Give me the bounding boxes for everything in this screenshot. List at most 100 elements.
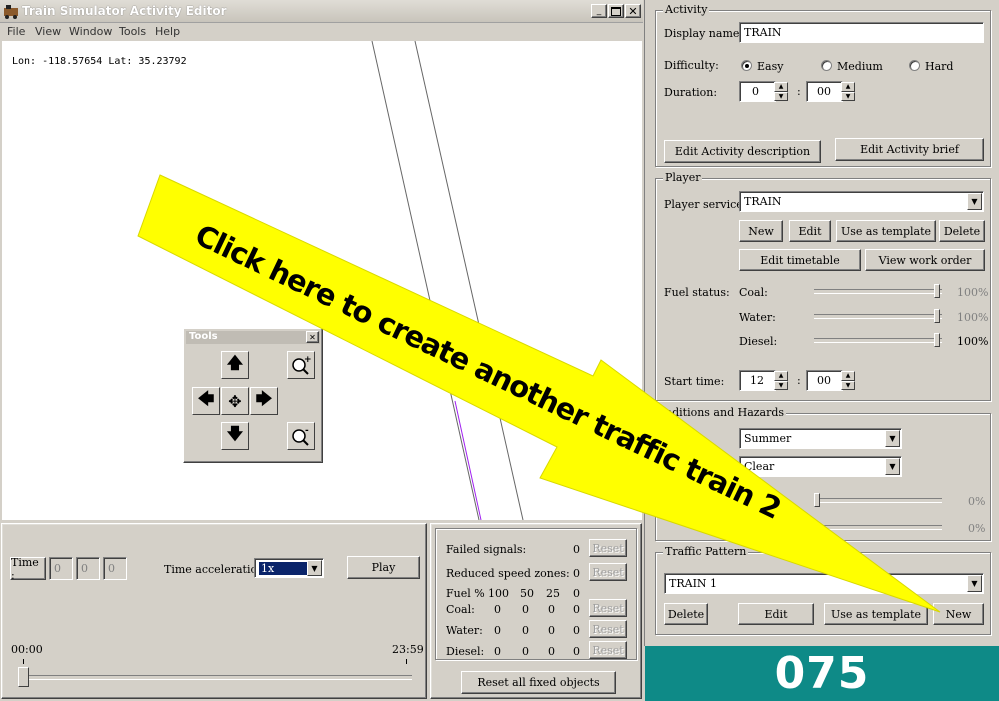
traffic-pattern-select[interactable]: TRAIN 1 ▼ — [664, 573, 984, 594]
down-icon[interactable]: ▼ — [774, 91, 788, 101]
water-row-value: 0 — [494, 624, 501, 637]
difficulty-hard-radio[interactable] — [909, 60, 920, 71]
maximize-button[interactable] — [608, 4, 624, 18]
player-new-button[interactable]: New — [739, 220, 783, 242]
pan-center-button[interactable]: ✥ — [221, 387, 249, 415]
timeline-thumb[interactable] — [18, 667, 29, 687]
condition-slider-1-thumb[interactable] — [814, 493, 820, 507]
down-icon[interactable]: ▼ — [841, 380, 855, 390]
traffic-delete-button[interactable]: Delete — [664, 603, 708, 625]
player-delete-button[interactable]: Delete — [939, 220, 985, 242]
menu-tools[interactable]: Tools — [119, 25, 146, 38]
time-acceleration-value: 1x — [259, 561, 309, 575]
up-icon[interactable]: ▲ — [841, 371, 855, 381]
season-select[interactable]: Summer ▼ — [739, 428, 902, 449]
duration-hours-spinner[interactable]: ▲ ▼ — [774, 82, 788, 101]
player-edit-button[interactable]: Edit — [789, 220, 831, 242]
edit-activity-description-button[interactable]: Edit Activity description — [664, 140, 821, 163]
edit-activity-brief-button[interactable]: Edit Activity brief — [835, 138, 984, 161]
water-row-value: 0 — [548, 624, 555, 637]
player-use-as-template-button[interactable]: Use as template — [836, 220, 936, 242]
difficulty-easy-radio[interactable] — [741, 60, 752, 71]
reduced-speed-label: Reduced speed zones: — [446, 567, 570, 580]
time-seconds-field[interactable]: 0 — [103, 557, 127, 580]
menu-help[interactable]: Help — [155, 25, 180, 38]
duration-hours-field[interactable]: 0 — [739, 81, 776, 102]
zoom-in-button[interactable]: + — [287, 351, 315, 379]
condition-slider-1[interactable] — [814, 491, 944, 509]
duration-minutes-field[interactable]: 00 — [806, 81, 843, 102]
start-minutes-field[interactable]: 00 — [806, 370, 843, 391]
start-hours-spinner[interactable]: ▲ ▼ — [774, 371, 788, 390]
reset-coal-button[interactable]: Reset — [589, 599, 627, 617]
title-bar: Train Simulator Activity Editor _ ✕ — [0, 0, 643, 23]
down-icon[interactable]: ▼ — [841, 91, 855, 101]
minimize-button[interactable]: _ — [591, 4, 607, 18]
conditions-group: nditions and Hazards Summer ▼ Clear ▼ 0%… — [655, 406, 991, 541]
chevron-down-icon[interactable]: ▼ — [885, 430, 900, 447]
traffic-pattern-value: TRAIN 1 — [669, 577, 718, 590]
player-service-select[interactable]: TRAIN ▼ — [739, 191, 984, 212]
display-name-label: Display name: — [664, 27, 744, 40]
player-service-label: Player service: — [664, 198, 747, 211]
menu-view[interactable]: View — [35, 25, 61, 38]
time-hours-field[interactable]: 0 — [49, 557, 73, 580]
edit-timetable-button[interactable]: Edit timetable — [739, 249, 861, 271]
fuel-water-slider[interactable] — [814, 307, 944, 325]
view-work-order-button[interactable]: View work order — [865, 249, 985, 271]
menu-file[interactable]: File — [7, 25, 25, 38]
down-icon[interactable]: ▼ — [774, 380, 788, 390]
zoom-out-button[interactable]: - — [287, 422, 315, 450]
player-service-value: TRAIN — [744, 195, 782, 208]
display-name-field[interactable]: TRAIN — [739, 22, 984, 43]
chevron-down-icon[interactable]: ▼ — [307, 560, 322, 576]
move-icon: ✥ — [228, 391, 242, 411]
pan-right-button[interactable]: 🡆 — [250, 387, 278, 415]
reset-reduced-speed-button[interactable]: Reset — [589, 563, 627, 581]
fuel-coal-thumb[interactable] — [934, 284, 940, 298]
close-button[interactable]: ✕ — [625, 4, 641, 18]
play-button[interactable]: Play — [347, 556, 420, 579]
start-hours-field[interactable]: 12 — [739, 370, 776, 391]
timeline-slider[interactable] — [15, 659, 415, 689]
weather-select[interactable]: Clear ▼ — [739, 456, 902, 477]
pan-up-button[interactable]: 🡅 — [221, 351, 249, 379]
chevron-down-icon[interactable]: ▼ — [967, 575, 982, 592]
track-line — [414, 41, 524, 520]
traffic-edit-button[interactable]: Edit — [738, 603, 814, 625]
difficulty-easy-label: Easy — [757, 60, 784, 73]
duration-minutes-value: 00 — [817, 85, 831, 98]
fuel-water-thumb[interactable] — [934, 309, 940, 323]
chevron-down-icon[interactable]: ▼ — [885, 458, 900, 475]
difficulty-medium-radio[interactable] — [821, 60, 832, 71]
reset-all-fixed-objects-button[interactable]: Reset all fixed objects — [461, 671, 616, 694]
fuel-coal-slider[interactable] — [814, 282, 944, 300]
time-minutes-field[interactable]: 0 — [76, 557, 100, 580]
start-minutes-spinner[interactable]: ▲ ▼ — [841, 371, 855, 390]
start-time-label: Start time: — [664, 375, 725, 388]
menu-window[interactable]: Window — [69, 25, 112, 38]
up-icon[interactable]: ▲ — [774, 82, 788, 92]
tools-close-button[interactable]: ✕ — [306, 331, 319, 343]
up-icon[interactable]: ▲ — [841, 82, 855, 92]
fuel-diesel-slider[interactable] — [814, 331, 944, 349]
chevron-down-icon[interactable]: ▼ — [967, 193, 982, 210]
time-acceleration-select[interactable]: 1x ▼ — [254, 558, 324, 578]
reset-diesel-button[interactable]: Reset — [589, 641, 627, 659]
reset-water-button[interactable]: Reset — [589, 620, 627, 638]
condition-slider-2[interactable] — [814, 518, 944, 536]
zoom-out-icon: - — [292, 426, 309, 446]
fuel-diesel-thumb[interactable] — [934, 333, 940, 347]
up-icon[interactable]: ▲ — [774, 371, 788, 381]
time-button[interactable]: Time : — [10, 556, 46, 582]
fuel-header-50: 50 — [520, 587, 534, 600]
slide-number: 075 — [774, 648, 870, 699]
duration-minutes-spinner[interactable]: ▲ ▼ — [841, 82, 855, 101]
pan-down-button[interactable]: 🡇 — [221, 422, 249, 450]
pan-left-button[interactable]: 🡄 — [192, 387, 220, 415]
reset-failed-signals-button[interactable]: Reset — [589, 539, 627, 557]
coal-row-value: 0 — [494, 603, 501, 616]
svg-text:-: - — [305, 426, 309, 436]
traffic-new-button[interactable]: New — [933, 603, 984, 625]
traffic-use-as-template-button[interactable]: Use as template — [824, 603, 928, 625]
